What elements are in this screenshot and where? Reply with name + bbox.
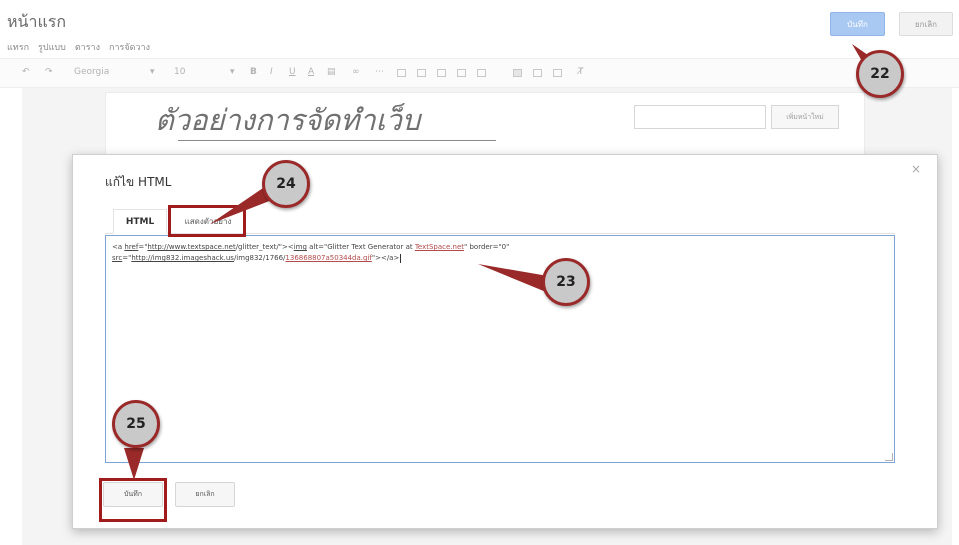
dialog-title: แก้ไข HTML (105, 175, 172, 189)
font-family-select[interactable]: Georgia (74, 67, 109, 77)
page-title: หน้าแรก (7, 12, 67, 31)
menu-layout[interactable]: การจัดวาง (109, 40, 150, 54)
code-line-1: <a href="http://www.textspace.net/glitte… (112, 243, 510, 251)
special-char-icon[interactable]: ⋯ (375, 67, 384, 77)
chevron-down-icon[interactable]: ▾ (150, 67, 155, 77)
blog-search-button[interactable]: เพิ่มหน้าใหม่ (771, 105, 839, 129)
menu-bar: แทรก รูปแบบ ตาราง การจัดวาง (7, 40, 150, 54)
align-center-icon[interactable] (513, 69, 522, 77)
tab-html[interactable]: HTML (113, 209, 167, 234)
text-caret (400, 253, 402, 263)
indent-icon[interactable] (457, 69, 466, 77)
page-root: หน้าแรก แทรก รูปแบบ ตาราง การจัดวาง บันท… (0, 0, 959, 545)
cancel-button[interactable]: ยกเลิก (175, 482, 235, 507)
cancel-button-top[interactable]: ยกเลิก (899, 12, 953, 36)
code-line-2: src="http://img832.imageshack.us/img832/… (112, 253, 402, 263)
callout-25: 25 (112, 400, 160, 448)
font-size-select[interactable]: 10 (174, 67, 185, 77)
blog-search-input[interactable] (634, 105, 766, 129)
highlight-box-save-button (99, 478, 167, 522)
bold-icon[interactable]: B (250, 67, 257, 77)
undo-icon[interactable]: ↶ (22, 67, 30, 77)
resize-handle-icon[interactable] (885, 453, 893, 461)
redo-icon[interactable]: ↷ (45, 67, 53, 77)
align-justify-icon[interactable] (553, 69, 562, 77)
outdent-icon[interactable] (437, 69, 446, 77)
chevron-down-icon[interactable]: ▾ (230, 67, 235, 77)
menu-format[interactable]: รูปแบบ (38, 40, 66, 54)
callout-22: 22 (856, 50, 904, 98)
html-code-textarea[interactable]: <a href="http://www.textspace.net/glitte… (105, 235, 895, 463)
align-left-icon[interactable] (477, 69, 486, 77)
formatting-toolbar: ↶ ↷ Georgia ▾ 10 ▾ B I U A ▤ ∞ ⋯ T̸ (0, 58, 959, 88)
callout-23: 23 (542, 258, 590, 306)
close-icon[interactable]: × (911, 162, 921, 176)
menu-table[interactable]: ตาราง (75, 40, 100, 54)
highlight-box-preview-tab (168, 205, 246, 237)
italic-icon[interactable]: I (270, 67, 273, 77)
menu-insert[interactable]: แทรก (7, 40, 29, 54)
callout-24: 24 (262, 160, 310, 208)
highlight-icon[interactable]: ▤ (327, 67, 336, 77)
numbered-list-icon[interactable] (397, 69, 406, 77)
underline-icon[interactable]: U (289, 67, 296, 77)
align-right-icon[interactable] (533, 69, 542, 77)
clear-format-icon[interactable]: T̸ (578, 67, 584, 77)
blog-heading: ตัวอย่างการจัดทำเว็บ (155, 103, 421, 137)
heading-underline (178, 140, 496, 141)
save-button-top[interactable]: บันทึก (830, 12, 885, 36)
text-color-icon[interactable]: A (308, 67, 314, 77)
link-icon[interactable]: ∞ (352, 67, 360, 77)
bulleted-list-icon[interactable] (417, 69, 426, 77)
